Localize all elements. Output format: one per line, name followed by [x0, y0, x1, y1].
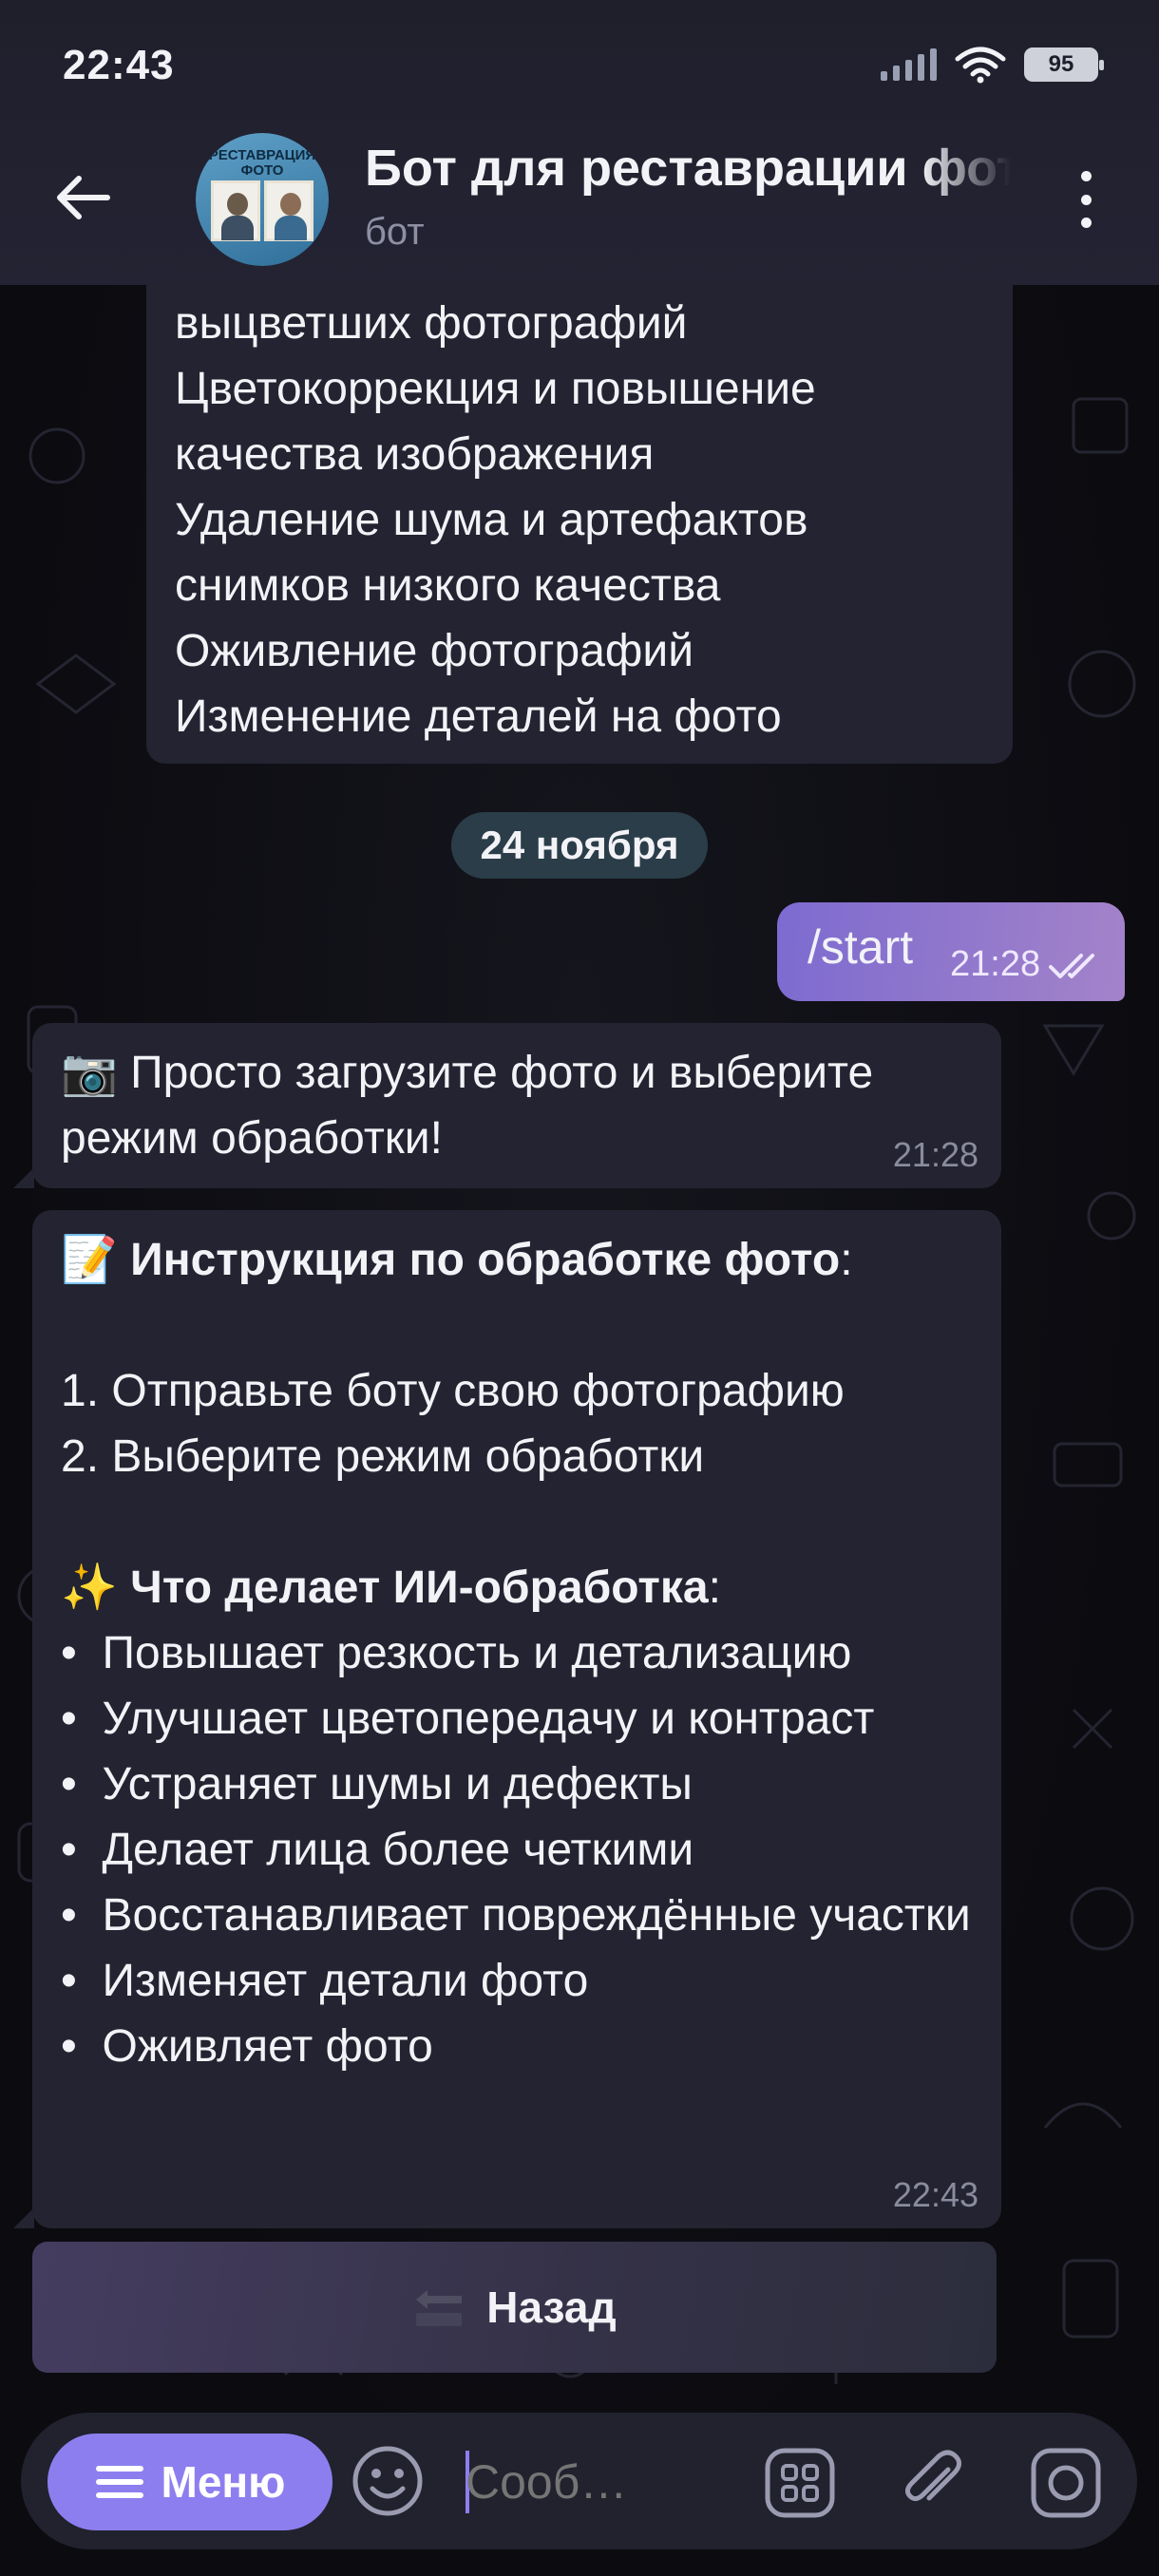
- status-time: 22:43: [63, 42, 175, 88]
- avatar-photo-after: [264, 180, 314, 241]
- emoji-icon[interactable]: [350, 2443, 426, 2519]
- features-heading-line: ✨ Что делает ИИ-обработка:: [61, 1563, 721, 1613]
- avatar-caption: РЕСТАВРАЦИЯ ФОТО: [208, 147, 316, 179]
- back-sign-icon: [416, 2290, 463, 2326]
- bot-menu-button[interactable]: Меню: [48, 2434, 332, 2530]
- back-button-label: Назад: [486, 2282, 617, 2332]
- sparkles-icon: ✨: [61, 1563, 118, 1613]
- message-time: 22:43: [892, 2175, 978, 2214]
- outgoing-message-text: /start: [808, 920, 914, 974]
- bot-reply-message[interactable]: 📷 Просто загрузите фото и выберите режим…: [32, 1023, 1001, 1188]
- wifi-icon: [955, 47, 1006, 84]
- chat-title[interactable]: Бот для реставрации фото: [365, 139, 1011, 198]
- avatar-photo-before: [211, 180, 260, 241]
- attach-paperclip-icon[interactable]: [895, 2445, 971, 2521]
- message-input-bar: Меню: [21, 2413, 1137, 2549]
- bot-commands-icon[interactable]: [762, 2445, 838, 2521]
- instructions-heading-line: 📝 Инструкция по обработке фото:: [61, 1235, 853, 1285]
- memo-icon: 📝: [61, 1235, 118, 1285]
- chat-subtitle: бот: [365, 211, 425, 253]
- bubble-tail: [13, 1167, 34, 1188]
- message-text: 📷 Просто загрузите фото и выберите режим…: [61, 1048, 886, 1164]
- instructions-steps: 1. Отправьте боту свою фотографию 2. Выб…: [61, 1366, 845, 1482]
- features-list: • Повышает резкость и детализацию • Улуч…: [61, 1628, 971, 2072]
- instructions-message[interactable]: 📝 Инструкция по обработке фото: 1. Отпра…: [32, 1210, 1001, 2228]
- menu-button-label: Меню: [161, 2457, 286, 2507]
- status-icons: 95: [881, 46, 1104, 84]
- message-time: 21:28: [950, 944, 1041, 984]
- hamburger-icon: [95, 2466, 143, 2498]
- signal-icon: [881, 48, 937, 81]
- camera-icon[interactable]: [1028, 2445, 1104, 2521]
- message-input[interactable]: [466, 2447, 712, 2517]
- back-inline-button[interactable]: Назад: [32, 2242, 997, 2373]
- bot-avatar[interactable]: РЕСТАВРАЦИЯ ФОТО: [196, 133, 329, 266]
- outgoing-message[interactable]: /start 21:28: [777, 902, 1125, 1001]
- message-text: выцветших фотографий Цветокоррекция и по…: [175, 298, 816, 742]
- read-checkmarks-icon: [1049, 954, 1094, 978]
- features-heading: Что делает ИИ-обработка: [130, 1563, 709, 1613]
- more-options-icon[interactable]: [1072, 171, 1100, 228]
- message-bubble-capabilities[interactable]: выцветших фотографий Цветокоррекция и по…: [146, 281, 1013, 764]
- date-separator: 24 ноября: [451, 812, 708, 879]
- app-header: 22:43 95 РЕСТАВРАЦИЯ ФОТО Бот для рестав…: [0, 0, 1159, 285]
- camera-icon: 📷: [61, 1048, 118, 1098]
- instructions-heading: Инструкция по обработке фото: [130, 1235, 841, 1285]
- battery-indicator: 95: [1024, 47, 1104, 82]
- bubble-tail: [13, 2207, 34, 2228]
- back-arrow-icon[interactable]: [55, 169, 112, 226]
- message-time: 21:28: [892, 1135, 978, 1174]
